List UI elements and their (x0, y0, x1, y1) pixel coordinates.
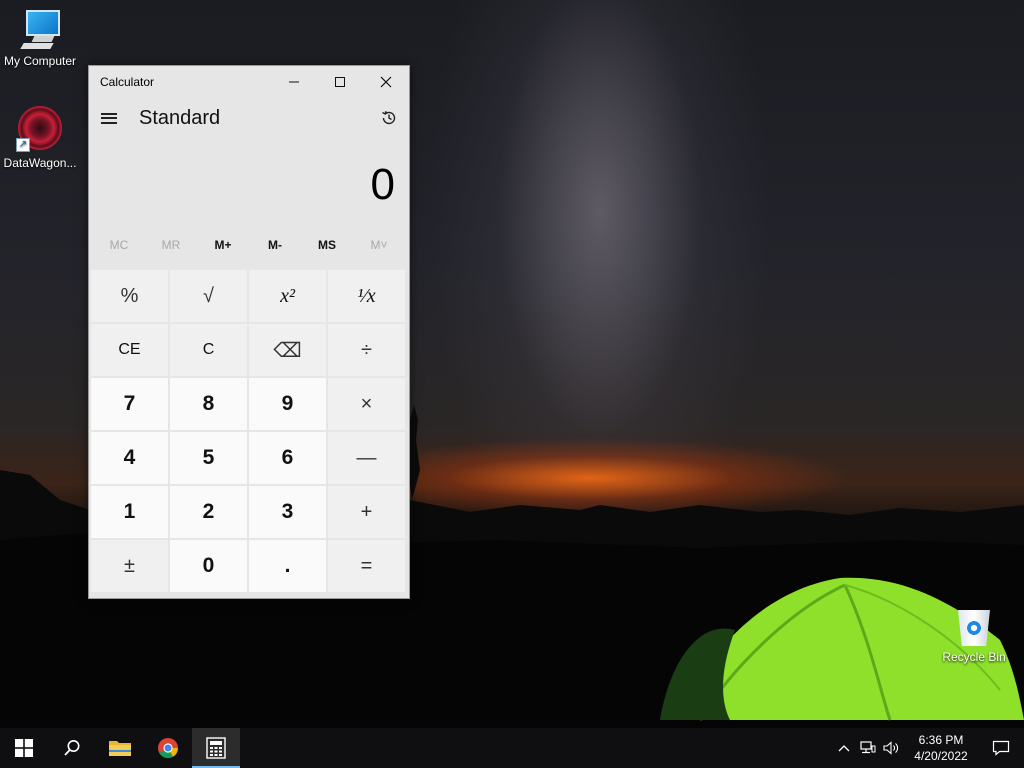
speaker-icon (883, 741, 898, 755)
desktop-icon-label: DataWagon... (3, 156, 77, 170)
digit-9-button[interactable]: 9 (249, 378, 326, 430)
subtract-button[interactable]: — (328, 432, 405, 484)
desktop-icon-label: My Computer (3, 54, 77, 68)
memory-subtract-button[interactable]: M- (250, 238, 300, 252)
backspace-button[interactable]: ⌫ (249, 324, 326, 376)
search-icon (64, 740, 80, 756)
memory-list-button[interactable]: M˅ (354, 238, 404, 252)
computer-icon (16, 8, 64, 52)
memory-clear-button[interactable]: MC (94, 238, 144, 252)
square-button[interactable]: x² (249, 270, 326, 322)
volume-button[interactable] (880, 728, 904, 768)
title-bar[interactable]: Calculator (89, 66, 409, 98)
clock-time: 6:36 PM (918, 733, 964, 747)
digit-6-button[interactable]: 6 (249, 432, 326, 484)
memory-bar: MC MR M+ M- MS M˅ (89, 232, 409, 258)
chrome-button[interactable] (144, 728, 192, 768)
action-center-button[interactable] (978, 728, 1024, 768)
memory-add-button[interactable]: M+ (198, 238, 248, 252)
add-button[interactable]: + (328, 486, 405, 538)
multiply-button[interactable]: × (328, 378, 405, 430)
negate-button[interactable]: ± (91, 540, 168, 592)
search-button[interactable] (48, 728, 96, 768)
taskbar-clock[interactable]: 6:36 PM 4/20/2022 (904, 732, 978, 764)
recycle-bin-icon (954, 604, 994, 648)
square-root-button[interactable]: √ (170, 270, 247, 322)
chrome-icon (158, 738, 179, 759)
folder-icon (109, 741, 131, 756)
calculator-taskbar-button[interactable] (192, 728, 240, 768)
result-display: 0 (370, 160, 395, 209)
divide-button[interactable]: ÷ (328, 324, 405, 376)
digit-4-button[interactable]: 4 (91, 432, 168, 484)
desktop-icon-recycle-bin[interactable]: Recycle Bin (934, 604, 1014, 664)
navigation-menu-button[interactable] (89, 98, 129, 138)
clock-date: 4/20/2022 (914, 749, 968, 763)
digit-8-button[interactable]: 8 (170, 378, 247, 430)
network-button[interactable] (856, 728, 880, 768)
windows-logo-icon (15, 739, 33, 757)
mode-title: Standard (139, 106, 221, 129)
show-hidden-icons-button[interactable] (832, 728, 856, 768)
datawagon-icon: ↗ (16, 106, 64, 154)
digit-7-button[interactable]: 7 (91, 378, 168, 430)
minimize-icon (289, 81, 299, 83)
equals-button[interactable]: = (328, 540, 405, 592)
close-button[interactable] (363, 66, 409, 98)
history-button[interactable] (369, 98, 409, 138)
file-explorer-button[interactable] (96, 728, 144, 768)
shortcut-arrow-icon: ↗ (16, 138, 30, 152)
clear-button[interactable]: C (170, 324, 247, 376)
digit-5-button[interactable]: 5 (170, 432, 247, 484)
decimal-button[interactable]: . (249, 540, 326, 592)
close-icon (380, 76, 392, 88)
desktop-icon-datawagon[interactable]: ↗ DataWagon... (0, 106, 80, 170)
reciprocal-button[interactable]: ¹⁄x (328, 270, 405, 322)
calculator-icon (206, 737, 226, 759)
system-tray: 6:36 PM 4/20/2022 (832, 728, 1024, 768)
minimize-button[interactable] (271, 66, 317, 98)
digit-1-button[interactable]: 1 (91, 486, 168, 538)
percent-button[interactable]: % (91, 270, 168, 322)
network-icon (860, 741, 876, 754)
start-button[interactable] (0, 728, 48, 768)
memory-recall-button[interactable]: MR (146, 238, 196, 252)
window-title: Calculator (100, 75, 155, 89)
maximize-button[interactable] (317, 66, 363, 98)
history-icon (382, 111, 396, 125)
desktop-icon-my-computer[interactable]: My Computer (0, 8, 80, 68)
memory-store-button[interactable]: MS (302, 238, 352, 252)
chevron-up-icon (838, 745, 850, 752)
desktop-icon-label: Recycle Bin (942, 650, 1006, 664)
digit-3-button[interactable]: 3 (249, 486, 326, 538)
notification-icon (992, 740, 1010, 756)
calculator-window: Calculator Standard 0 MC MR M+ M- MS M˅ (88, 65, 410, 599)
digit-0-button[interactable]: 0 (170, 540, 247, 592)
keypad: % √ x² ¹⁄x CE C ⌫ ÷ 7 8 9 × 4 5 6 — 1 2 … (91, 270, 407, 592)
clear-entry-button[interactable]: CE (91, 324, 168, 376)
digit-2-button[interactable]: 2 (170, 486, 247, 538)
taskbar: 6:36 PM 4/20/2022 (0, 728, 1024, 768)
hamburger-icon (101, 112, 117, 124)
maximize-icon (335, 77, 345, 87)
